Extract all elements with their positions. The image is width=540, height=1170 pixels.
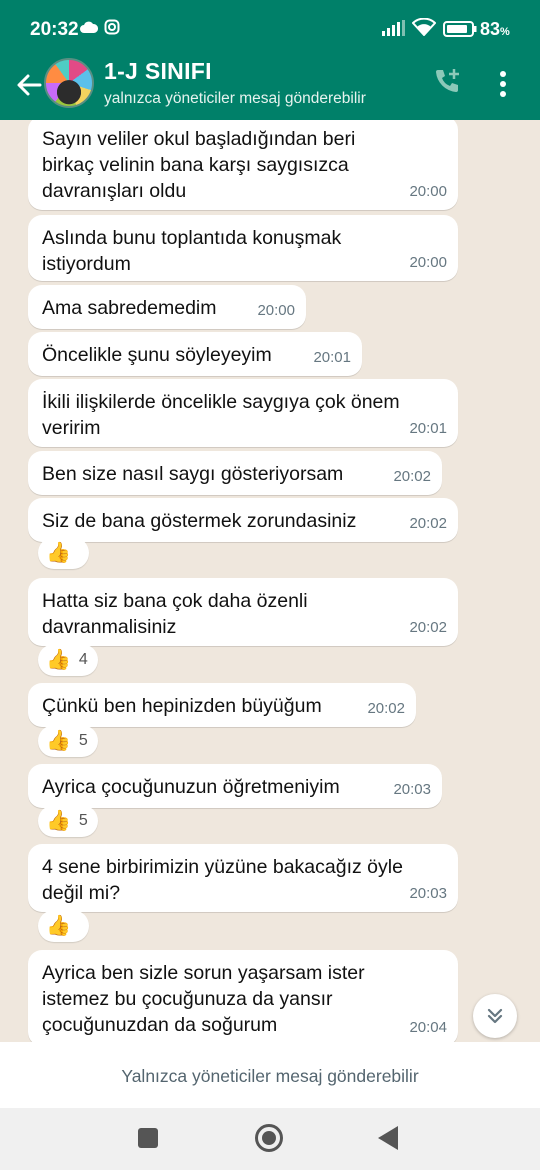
reaction-count: 4 [78,651,88,668]
message-list[interactable]: Sayın veliler okul başladığından beri bi… [0,120,540,1042]
reaction-badge[interactable]: 👍 4 [38,644,98,676]
message-text: Öncelikle şunu söyleyeyim [42,344,272,366]
thumbs-up-icon: 👍 [46,542,71,564]
message-time: 20:03 [409,885,447,902]
message-text: Siz de bana göstermek zorundasiniz [42,510,357,532]
admin-only-notice: Yalnızca yöneticiler mesaj gönderebilir [121,1066,419,1086]
message-time: 20:02 [409,619,447,636]
message-bubble[interactable]: İkili ilişkilerde öncelikle saygıya çok … [28,379,458,447]
message-time: 20:02 [409,515,447,532]
reaction-count: 5 [78,732,88,749]
recents-button[interactable] [138,1128,158,1148]
message-text: Çünkü ben hepinizden büyüğum [42,695,322,717]
message-time: 20:00 [257,302,295,319]
double-chevron-down-icon [487,1008,503,1024]
message-bubble[interactable]: Hatta siz bana çok daha özenli davranmal… [28,578,458,646]
more-options-icon[interactable] [493,70,513,98]
instagram-icon [104,19,120,35]
thumbs-up-icon: 👍 [46,730,71,752]
message-bubble[interactable]: Sayın veliler okul başladığından beri bi… [28,120,458,210]
nav-back-button[interactable] [378,1126,398,1150]
thumbs-up-icon: 👍 [46,810,71,832]
screen: 20:32 83% 1-J SINIFI yalnızca yöneticile… [0,0,540,1170]
message-time: 20:00 [409,254,447,271]
message-bubble[interactable]: Ama sabredemedim 20:00 [28,285,306,329]
add-call-icon[interactable] [432,66,462,96]
battery-value: 83 [480,19,501,39]
message-time: 20:01 [409,420,447,437]
reaction-badge[interactable]: 👍 [38,910,89,942]
message-time: 20:00 [409,183,447,200]
admin-only-notice-bar: Yalnızca yöneticiler mesaj gönderebilir [0,1042,540,1108]
message-text: Sayın veliler okul başladığından beri bi… [42,128,356,202]
home-button[interactable] [255,1124,283,1152]
scroll-to-bottom-button[interactable] [473,994,517,1038]
message-bubble[interactable]: Çünkü ben hepinizden büyüğum 20:02 [28,683,416,727]
message-time: 20:03 [393,781,431,798]
reaction-badge[interactable]: 👍 [38,537,89,569]
message-bubble[interactable]: Ben size nasıl saygı gösteriyorsam 20:02 [28,451,442,495]
message-text: Ayrica çocuğunuzun öğretmeniyim [42,776,340,798]
group-subtitle[interactable]: yalnızca yöneticiler mesaj gönderebilir [104,90,366,108]
message-text: Ayrica ben sizle sorun yaşarsam ister is… [42,962,365,1036]
group-title[interactable]: 1-J SINIFI [104,58,212,85]
status-bar: 20:32 83% [0,0,540,58]
message-bubble[interactable]: Öncelikle şunu söyleyeyim 20:01 [28,332,362,376]
reaction-count: 5 [78,812,88,829]
battery-icon [443,21,477,37]
message-bubble[interactable]: 4 sene birbirimizin yüzüne bakacağız öyl… [28,844,458,912]
message-time: 20:04 [409,1019,447,1036]
message-bubble[interactable]: Ayrica çocuğunuzun öğretmeniyim 20:03 [28,764,442,808]
back-arrow-icon[interactable] [14,70,44,100]
thumbs-up-icon: 👍 [46,915,71,937]
message-text: İkili ilişkilerde öncelikle saygıya çok … [42,391,400,439]
reaction-badge[interactable]: 👍 5 [38,805,98,837]
wifi-icon [412,18,436,36]
status-time: 20:32 [30,19,79,40]
message-time: 20:02 [367,700,405,717]
message-text: 4 sene birbirimizin yüzüne bakacağız öyl… [42,856,403,904]
message-text: Hatta siz bana çok daha özenli davranmal… [42,590,308,638]
system-nav-bar [0,1108,540,1170]
message-text: Ama sabredemedim [42,297,217,319]
battery-percent: 83% [480,19,510,40]
message-time: 20:01 [313,349,351,366]
message-text: Ben size nasıl saygı gösteriyorsam [42,463,344,485]
message-text: Aslında bunu toplantıda konuşmak istiyor… [42,227,342,275]
signal-icon [382,20,405,36]
message-bubble[interactable]: Siz de bana göstermek zorundasiniz 20:02 [28,498,458,542]
message-bubble[interactable]: Aslında bunu toplantıda konuşmak istiyor… [28,215,458,281]
group-avatar[interactable] [44,58,94,108]
battery-unit: % [500,26,510,38]
cloud-icon [80,21,98,33]
message-bubble[interactable]: Ayrica ben sizle sorun yaşarsam ister is… [28,950,458,1042]
thumbs-up-icon: 👍 [46,649,71,671]
chat-header: 1-J SINIFI yalnızca yöneticiler mesaj gö… [0,58,540,120]
reaction-badge[interactable]: 👍 5 [38,725,98,757]
message-time: 20:02 [393,468,431,485]
